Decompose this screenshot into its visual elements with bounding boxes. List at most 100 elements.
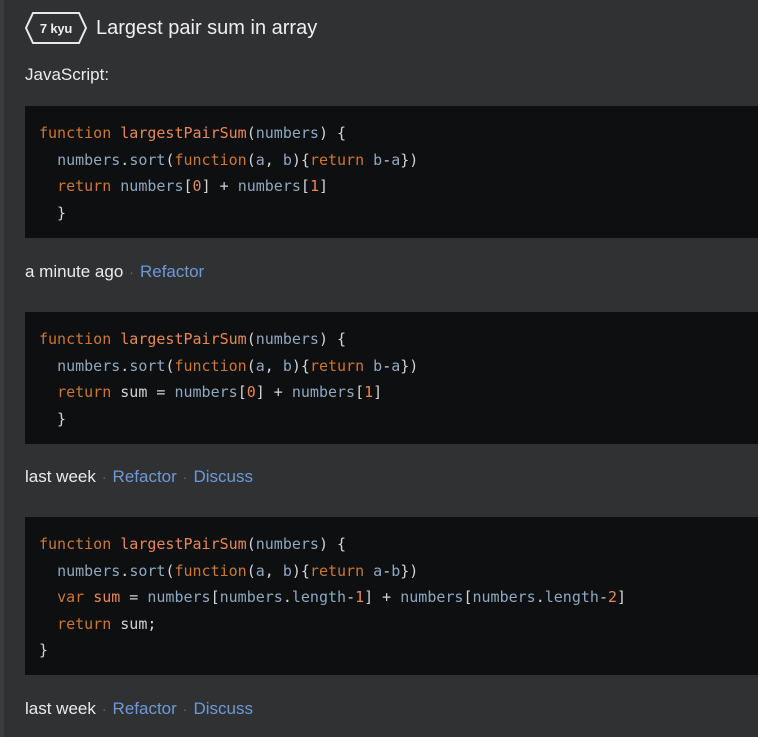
- code-token: return: [309, 561, 374, 580]
- code-token: }: [39, 409, 67, 428]
- code-token: b: [373, 150, 383, 169]
- solution-meta: last week · Refactor · Discuss: [25, 699, 253, 719]
- code-token: function: [39, 124, 121, 142]
- code-token: function: [39, 535, 121, 553]
- solution-timestamp: a minute ago: [25, 262, 124, 281]
- refactor-link[interactable]: Refactor: [113, 699, 177, 719]
- code-token: 0: [246, 383, 256, 401]
- code-token: .: [120, 561, 130, 580]
- separator-dot: ·: [182, 469, 188, 485]
- code-token: b: [282, 561, 292, 580]
- code-token: -: [382, 150, 392, 169]
- code-token: ] +: [364, 588, 401, 606]
- separator-dot: ·: [101, 701, 107, 717]
- code-token: numbers: [255, 535, 319, 553]
- code-token: sum: [93, 588, 121, 606]
- code-token: numbers: [400, 588, 464, 606]
- code-token: ){: [291, 150, 310, 169]
- refactor-link[interactable]: Refactor: [140, 262, 204, 282]
- code-token: (: [246, 535, 256, 553]
- code-line: return numbers[0] + numbers[1]: [39, 173, 758, 200]
- code-token: a: [373, 561, 383, 580]
- solution-code-block: function largestPairSum(numbers) { numbe…: [25, 517, 758, 675]
- code-token: }: [39, 203, 67, 222]
- code-token: sum =: [120, 383, 175, 401]
- code-line: function largestPairSum(numbers) {: [39, 531, 758, 558]
- code-token: function: [174, 356, 247, 375]
- code-token: }: [39, 641, 49, 659]
- code-token: .: [535, 588, 545, 606]
- code-token: return: [57, 614, 121, 633]
- code-token: numbers: [291, 383, 356, 401]
- separator-dot: ·: [101, 469, 107, 485]
- code-token: =: [120, 588, 148, 606]
- code-token: }): [400, 356, 419, 375]
- code-token: -: [346, 588, 356, 606]
- code-line: }: [39, 200, 758, 227]
- code-token: -: [382, 561, 392, 580]
- code-token: (: [246, 356, 256, 375]
- kyu-rank-badge[interactable]: 7 kyu: [25, 12, 87, 44]
- code-token: length: [544, 588, 599, 606]
- solution-timestamp: last week: [25, 699, 96, 718]
- code-line: }: [39, 406, 758, 433]
- code-token: (: [246, 150, 256, 169]
- code-token: ]: [318, 177, 328, 195]
- code-token: ,: [264, 150, 283, 169]
- kata-header: 7 kyu Largest pair sum in array: [25, 12, 317, 44]
- code-token: [: [183, 177, 193, 195]
- code-token: ] +: [255, 383, 292, 401]
- code-token: numbers: [147, 588, 211, 606]
- code-token: ) {: [318, 124, 347, 142]
- kata-title-link[interactable]: Largest pair sum in array: [96, 17, 317, 40]
- code-token: numbers: [57, 150, 121, 169]
- code-token: sum;: [120, 614, 157, 633]
- code-token: function: [39, 330, 121, 348]
- code-token: 1: [364, 383, 374, 401]
- code-token: numbers: [237, 177, 301, 195]
- separator-dot: ·: [182, 701, 188, 717]
- solution-code-block: function largestPairSum(numbers) { numbe…: [25, 312, 758, 444]
- code-line: var sum = numbers[numbers.length-1] + nu…: [39, 584, 758, 611]
- left-border: [0, 0, 4, 737]
- code-token: b: [282, 356, 292, 375]
- code-token: return: [309, 150, 374, 169]
- code-token: b: [373, 356, 383, 375]
- solution-meta: last week · Refactor · Discuss: [25, 467, 253, 487]
- solution-timestamp: last week: [25, 467, 96, 486]
- discuss-link[interactable]: Discuss: [193, 467, 253, 487]
- code-token: (: [246, 561, 256, 580]
- code-token: numbers: [57, 561, 121, 580]
- refactor-link[interactable]: Refactor: [113, 467, 177, 487]
- code-token: a: [391, 150, 401, 169]
- code-token: }): [400, 150, 419, 169]
- code-line: numbers.sort(function(a, b){return a-b}): [39, 558, 758, 585]
- code-token: ){: [291, 561, 310, 580]
- code-token: sort: [129, 150, 166, 169]
- code-token: ,: [264, 356, 283, 375]
- solution-code-block: function largestPairSum(numbers) { numbe…: [25, 106, 758, 238]
- code-line: numbers.sort(function(a, b){return b-a}): [39, 147, 758, 174]
- code-token: [: [355, 383, 365, 401]
- code-token: sort: [129, 561, 166, 580]
- solution-meta: a minute ago · Refactor: [25, 262, 204, 282]
- code-token: .: [120, 150, 130, 169]
- code-token: 1: [355, 588, 365, 606]
- code-token: a: [255, 150, 265, 169]
- code-token: sort: [129, 356, 166, 375]
- code-token: (: [246, 124, 256, 142]
- discuss-link[interactable]: Discuss: [193, 699, 253, 719]
- code-token: 1: [309, 177, 319, 195]
- separator-dot: ·: [129, 264, 134, 280]
- code-token: -: [598, 588, 608, 606]
- code-token: return: [57, 383, 121, 401]
- code-token: numbers: [472, 588, 536, 606]
- code-token: ] +: [201, 177, 238, 195]
- code-token: -: [382, 356, 392, 375]
